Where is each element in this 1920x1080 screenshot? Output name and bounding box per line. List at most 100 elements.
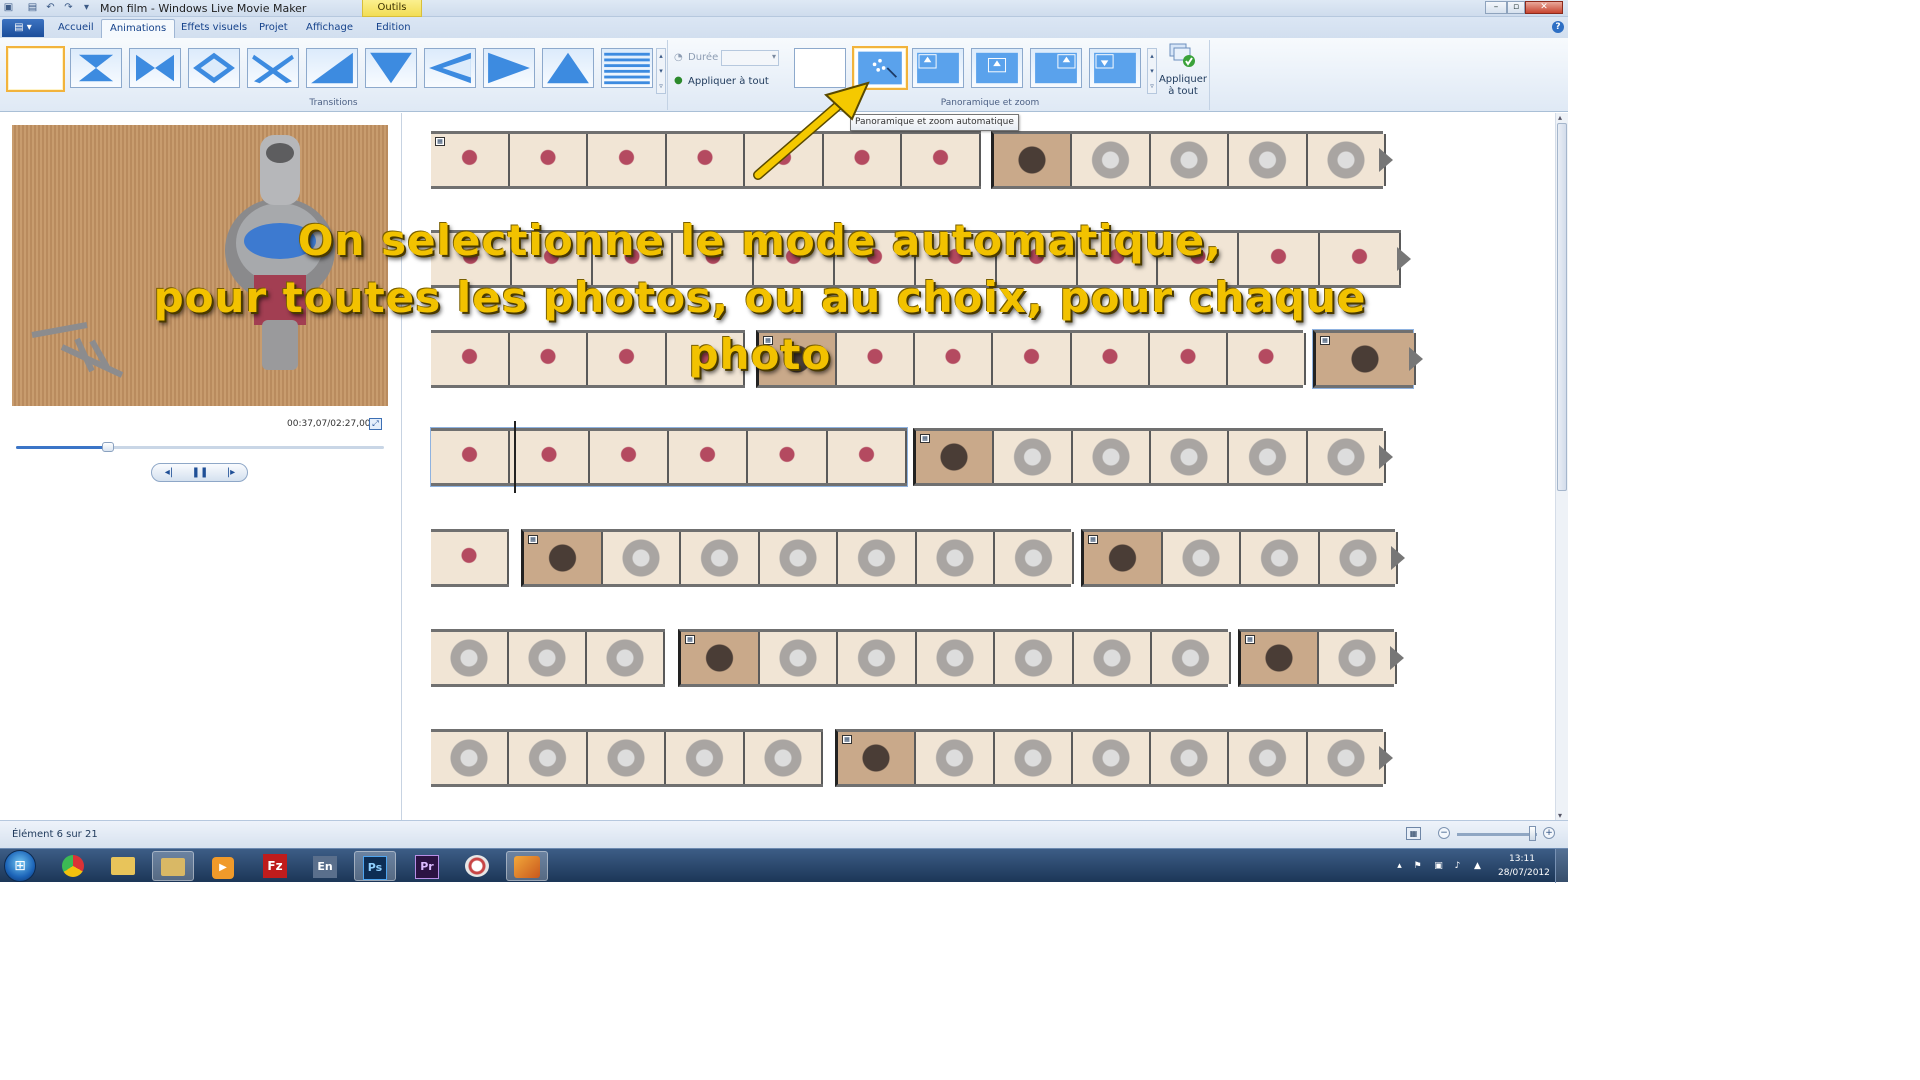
seek-thumb[interactable]: [102, 442, 114, 452]
taskbar-file-manager[interactable]: [152, 851, 194, 881]
show-desktop-button[interactable]: [1555, 849, 1568, 883]
tab-animations[interactable]: Animations: [101, 19, 176, 38]
taskbar-premiere[interactable]: Pr: [406, 851, 448, 881]
customize-toolbar-icon[interactable]: ▾: [80, 2, 93, 14]
pause-button[interactable]: ❚❚: [185, 465, 215, 480]
storyboard-clip[interactable]: [430, 427, 908, 487]
transition-diagonal[interactable]: [306, 48, 358, 88]
transition-triangle-up[interactable]: [542, 48, 594, 88]
storyboard-clip[interactable]: ▦: [835, 729, 1386, 787]
pan-zoom-gallery-scroll[interactable]: ▴ ▾ ▿: [1147, 48, 1157, 94]
zoom-in-button[interactable]: +: [1543, 827, 1555, 839]
transition-none[interactable]: [6, 46, 65, 92]
zoom-slider[interactable]: [1457, 833, 1537, 836]
seek-slider[interactable]: [16, 442, 384, 452]
transition-wedge-right[interactable]: [483, 48, 535, 88]
pan-zoom-up-left[interactable]: [912, 48, 964, 88]
zoom-thumb[interactable]: [1529, 826, 1536, 841]
clip-thumbnail: [915, 333, 994, 385]
app-menu-button[interactable]: ▤ ▾: [2, 19, 44, 37]
storyboard-clip[interactable]: ▦: [1238, 629, 1397, 687]
scroll-down-icon[interactable]: ▾: [1558, 811, 1562, 820]
storyboard-clip[interactable]: [431, 629, 665, 687]
transition-cross[interactable]: [247, 48, 299, 88]
app-icon: ▣: [3, 2, 14, 13]
storyboard-clip[interactable]: ▦: [1081, 529, 1398, 587]
animation-flag-icon: ▦: [1320, 336, 1330, 345]
row-continue-icon: [1379, 148, 1393, 172]
storyboard-clip[interactable]: [991, 131, 1386, 189]
minimize-button[interactable]: –: [1485, 1, 1507, 14]
apply-all-pan-zoom-button[interactable]: Appliquer à tout: [1158, 42, 1208, 102]
clip-thumbnail: [1072, 431, 1151, 483]
clip-thumbnail: [1162, 532, 1241, 584]
storyboard-clip[interactable]: [431, 230, 1401, 288]
storyboard-clip[interactable]: ▦: [1312, 329, 1416, 389]
save-icon[interactable]: ▤: [26, 2, 39, 14]
pan-zoom-up-center[interactable]: [971, 48, 1023, 88]
storyboard-clip[interactable]: ▦: [756, 330, 1306, 388]
storyboard-clip[interactable]: ▦: [913, 428, 1386, 486]
fullscreen-icon[interactable]: ⤢: [369, 418, 382, 430]
help-icon[interactable]: ?: [1552, 21, 1564, 33]
transition-bowtie-horizontal[interactable]: [129, 48, 181, 88]
clip-thumbnail: [1239, 233, 1321, 285]
duration-icon: ◔: [674, 52, 683, 63]
transition-blinds[interactable]: [601, 48, 653, 88]
storyboard[interactable]: ▦ ▦ ▦ ▦ ▦ ▦ ▦ ▦ ▦: [403, 113, 1555, 820]
transitions-gallery-scroll[interactable]: ▴ ▾ ▿: [656, 48, 666, 94]
close-button[interactable]: ✕: [1525, 1, 1563, 14]
maximize-button[interactable]: ▫: [1507, 1, 1525, 14]
tab-accueil[interactable]: Accueil: [50, 19, 102, 38]
start-button[interactable]: ⊞: [4, 850, 36, 882]
redo-icon[interactable]: ↷: [62, 2, 75, 14]
video-preview[interactable]: [12, 125, 388, 406]
clip-thumbnail: [669, 431, 749, 483]
transition-diamond[interactable]: [188, 48, 240, 88]
storyboard-clip[interactable]: ▦: [521, 529, 1074, 587]
taskbar-media-player[interactable]: ▶: [202, 851, 244, 881]
tray-flag-icon[interactable]: ⚑: [1412, 861, 1423, 872]
clip-thumbnail: [509, 333, 588, 385]
playhead[interactable]: [514, 421, 516, 493]
taskbar-explorer[interactable]: [102, 851, 144, 881]
tray-volume-icon[interactable]: ♪: [1452, 861, 1463, 872]
storyboard-clip[interactable]: [431, 330, 745, 388]
tray-network-icon[interactable]: ▣: [1433, 861, 1444, 872]
tray-drive-icon[interactable]: ▲: [1472, 861, 1483, 872]
scroll-up-icon[interactable]: ▴: [1558, 113, 1562, 122]
taskbar-filezilla[interactable]: Fz: [254, 851, 296, 881]
taskbar-movie-maker[interactable]: [506, 851, 548, 881]
clip-thumbnail: [1150, 134, 1230, 186]
thumbnail-size-icon[interactable]: ▦: [1406, 827, 1421, 840]
storyboard-scrollbar[interactable]: ▴ ▾: [1555, 113, 1568, 820]
taskbar-photoshop[interactable]: Ps: [354, 851, 396, 881]
storyboard-clip[interactable]: ▦: [678, 629, 1231, 687]
zoom-out-button[interactable]: −: [1438, 827, 1450, 839]
tab-effets-visuels[interactable]: Effets visuels: [173, 19, 255, 38]
chrome-icon: [62, 855, 84, 877]
pan-zoom-up-right[interactable]: [1030, 48, 1082, 88]
storyboard-clip[interactable]: [431, 529, 509, 587]
undo-icon[interactable]: ↶: [44, 2, 57, 14]
scrollbar-thumb[interactable]: [1557, 123, 1567, 491]
previous-frame-button[interactable]: ◂|: [154, 465, 184, 480]
taskbar-paint[interactable]: [456, 851, 498, 881]
tab-affichage[interactable]: Affichage: [298, 19, 361, 38]
storyboard-clip[interactable]: ▦: [431, 131, 981, 189]
ribbon-tabs: ▤ ▾ Accueil Animations Effets visuels Pr…: [0, 17, 1568, 38]
transition-v-down[interactable]: [365, 48, 417, 88]
storyboard-clip[interactable]: [431, 729, 823, 787]
clock-date[interactable]: 28/07/2012: [1498, 868, 1550, 878]
taskbar-chrome[interactable]: [52, 851, 94, 881]
next-frame-button[interactable]: |▸: [216, 465, 246, 480]
tray-expand-icon[interactable]: ▴: [1394, 861, 1405, 872]
tab-projet[interactable]: Projet: [251, 19, 296, 38]
duration-select[interactable]: ▾: [721, 50, 779, 66]
tab-edition[interactable]: Edition: [368, 19, 419, 38]
transition-wedge-left[interactable]: [424, 48, 476, 88]
transition-bowtie-vertical[interactable]: [70, 48, 122, 88]
clock-time[interactable]: 13:11: [1498, 854, 1546, 864]
taskbar-language[interactable]: En: [304, 851, 346, 881]
pan-zoom-down-left[interactable]: [1089, 48, 1141, 88]
